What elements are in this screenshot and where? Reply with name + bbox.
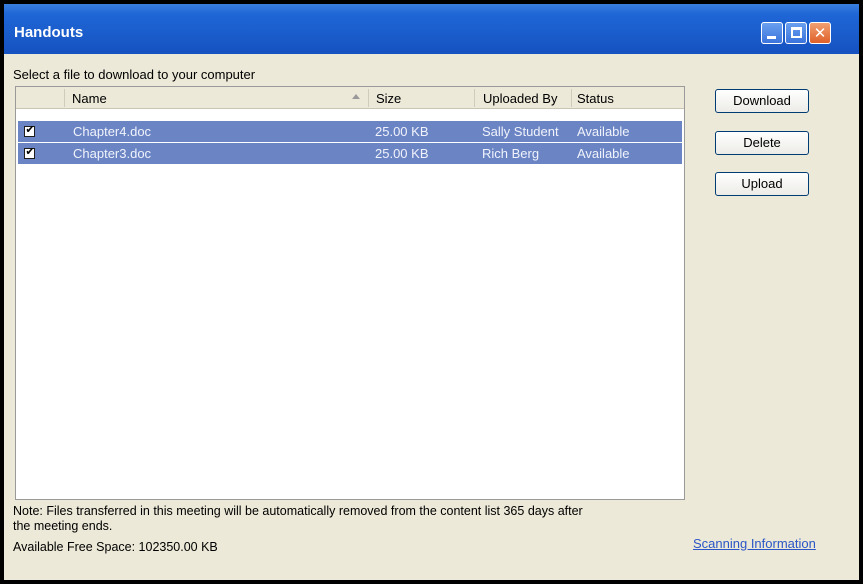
file-name: Chapter4.doc [73, 124, 152, 139]
file-uploader: Sally Student [482, 124, 559, 139]
table-row[interactable]: ✔ Chapter4.doc 25.00 KB Sally Student Av… [18, 121, 682, 142]
column-divider[interactable] [474, 89, 475, 107]
window-title: Handouts [14, 24, 84, 41]
scanning-information-link[interactable]: Scanning Information [693, 536, 816, 551]
close-button[interactable]: ✕ [809, 22, 831, 44]
sort-ascending-icon [352, 94, 360, 99]
minimize-icon [767, 36, 776, 39]
file-list[interactable]: Name Size Uploaded By Status ✔ Chapter4.… [15, 86, 685, 500]
free-space-readout: Available Free Space: 102350.00 KB [13, 540, 218, 554]
row-checkbox[interactable]: ✔ [24, 145, 35, 159]
row-checkbox[interactable]: ✔ [24, 123, 35, 137]
instruction-text: Select a file to download to your comput… [13, 67, 256, 82]
column-header-size[interactable]: Size [376, 91, 401, 106]
maximize-icon [791, 27, 802, 38]
checkbox-checked-icon: ✔ [25, 145, 35, 158]
column-header-uploaded-by[interactable]: Uploaded By [483, 91, 557, 106]
column-header-check[interactable] [16, 91, 64, 109]
list-header: Name Size Uploaded By Status [16, 87, 684, 109]
table-row[interactable]: ✔ Chapter3.doc 25.00 KB Rich Berg Availa… [18, 143, 682, 164]
column-header-status[interactable]: Status [577, 91, 614, 106]
maximize-button[interactable] [785, 22, 807, 44]
column-divider[interactable] [571, 89, 572, 107]
delete-button[interactable]: Delete [715, 131, 809, 155]
checkbox-checked-icon: ✔ [25, 123, 35, 136]
column-divider[interactable] [64, 89, 65, 107]
file-uploader: Rich Berg [482, 146, 540, 161]
upload-button[interactable]: Upload [715, 172, 809, 196]
column-divider[interactable] [368, 89, 369, 107]
file-status: Available [577, 146, 630, 161]
file-size: 25.00 KB [375, 146, 429, 161]
file-name: Chapter3.doc [73, 146, 152, 161]
retention-note: Note: Files transferred in this meeting … [13, 504, 583, 533]
column-header-name[interactable]: Name [72, 91, 107, 106]
window-body: Handouts ✕ Select a file to download to … [4, 4, 859, 580]
download-button[interactable]: Download [715, 89, 809, 113]
handouts-window: Handouts ✕ Select a file to download to … [0, 0, 863, 584]
minimize-button[interactable] [761, 22, 783, 44]
title-bar[interactable]: Handouts ✕ [4, 4, 859, 54]
file-status: Available [577, 124, 630, 139]
close-icon: ✕ [813, 24, 827, 42]
file-size: 25.00 KB [375, 124, 429, 139]
